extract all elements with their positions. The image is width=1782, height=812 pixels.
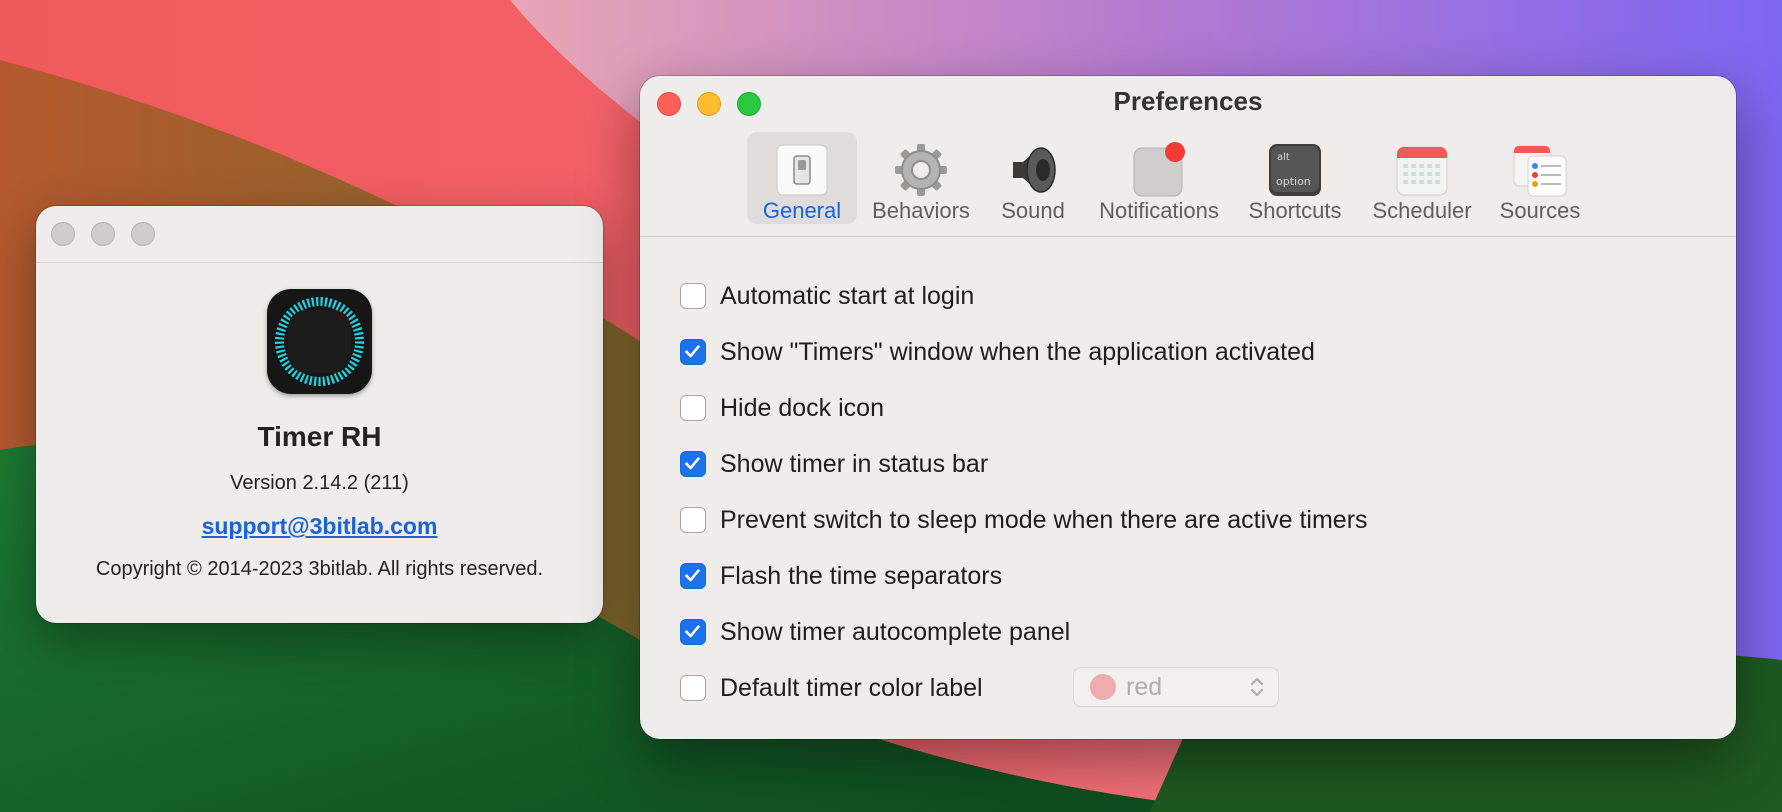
setting-show-timer-status-bar[interactable]: Show timer in status bar bbox=[680, 444, 988, 484]
calendar-icon bbox=[1394, 142, 1450, 198]
close-button-inactive[interactable] bbox=[51, 222, 75, 246]
tab-scheduler[interactable]: Scheduler bbox=[1367, 132, 1477, 224]
tab-general-label: General bbox=[762, 198, 842, 223]
setting-label: Prevent switch to sleep mode when there … bbox=[720, 505, 1368, 534]
notification-badge-icon bbox=[1131, 142, 1187, 198]
checkbox-default-color-label[interactable] bbox=[680, 675, 706, 701]
copyright-text: Copyright © 2014-2023 3bitlab. All right… bbox=[95, 558, 544, 580]
checkbox-prevent-sleep[interactable] bbox=[680, 507, 706, 533]
lists-icon bbox=[1512, 142, 1568, 198]
setting-label: Automatic start at login bbox=[720, 281, 975, 310]
minimize-button-inactive[interactable] bbox=[91, 222, 115, 246]
tab-behaviors[interactable]: Behaviors bbox=[867, 132, 975, 224]
setting-automatic-start[interactable]: Automatic start at login bbox=[680, 276, 974, 316]
tab-sound[interactable]: Sound bbox=[993, 132, 1073, 224]
speaker-icon bbox=[1005, 142, 1061, 198]
about-titlebar bbox=[36, 206, 603, 263]
setting-show-timers-window[interactable]: Show "Timers" window when the applicatio… bbox=[680, 332, 1315, 372]
about-window: Timer RH Version 2.14.2 (211) support@3b… bbox=[36, 206, 603, 623]
key-label-alt: alt bbox=[1277, 152, 1290, 163]
app-name: Timer RH bbox=[257, 421, 382, 452]
tab-shortcuts-label: Shortcuts bbox=[1248, 198, 1342, 223]
key-label-option: option bbox=[1276, 175, 1311, 188]
tab-general[interactable]: General bbox=[747, 132, 857, 224]
setting-label: Default timer color label bbox=[720, 673, 983, 702]
setting-label: Hide dock icon bbox=[720, 393, 884, 422]
setting-label: Show "Timers" window when the applicatio… bbox=[720, 337, 1315, 366]
color-popup-value: red bbox=[1126, 672, 1163, 701]
color-swatch bbox=[1090, 674, 1116, 700]
setting-label: Show timer autocomplete panel bbox=[720, 617, 1071, 646]
checkbox-show-timer-status-bar[interactable] bbox=[680, 451, 706, 477]
option-key-icon: alt option bbox=[1267, 142, 1323, 198]
support-email-link[interactable]: support@3bitlab.com bbox=[36, 513, 603, 540]
checkbox-flash-separators[interactable] bbox=[680, 563, 706, 589]
preferences-window: Preferences General Behaviors Sound Noti… bbox=[640, 76, 1736, 739]
tab-shortcuts[interactable]: alt option Shortcuts bbox=[1240, 132, 1350, 224]
window-title: Preferences bbox=[1113, 86, 1263, 116]
setting-label: Flash the time separators bbox=[720, 561, 1003, 590]
app-version: Version 2.14.2 (211) bbox=[230, 472, 409, 494]
setting-flash-separators[interactable]: Flash the time separators bbox=[680, 556, 1002, 596]
setting-default-color-label[interactable]: Default timer color label red bbox=[680, 667, 1300, 708]
setting-label: Show timer in status bar bbox=[720, 449, 989, 478]
checkbox-show-timers-window[interactable] bbox=[680, 339, 706, 365]
color-label-popup[interactable]: red bbox=[1073, 667, 1279, 707]
checkbox-autocomplete-panel[interactable] bbox=[680, 619, 706, 645]
gear-icon bbox=[893, 142, 949, 198]
tab-notifications[interactable]: Notifications bbox=[1091, 132, 1227, 224]
chevron-up-down-icon bbox=[1246, 672, 1268, 702]
tab-scheduler-label: Scheduler bbox=[1372, 198, 1472, 223]
setting-prevent-sleep[interactable]: Prevent switch to sleep mode when there … bbox=[680, 500, 1368, 540]
preferences-toolbar-area: Preferences General Behaviors Sound Noti… bbox=[640, 76, 1736, 237]
checkbox-hide-dock-icon[interactable] bbox=[680, 395, 706, 421]
zoom-button-inactive[interactable] bbox=[131, 222, 155, 246]
tab-sources-label: Sources bbox=[1499, 198, 1581, 223]
tab-sound-label: Sound bbox=[1001, 198, 1065, 223]
setting-autocomplete-panel[interactable]: Show timer autocomplete panel bbox=[680, 612, 1070, 652]
tab-notifications-label: Notifications bbox=[1099, 198, 1219, 223]
setting-hide-dock-icon[interactable]: Hide dock icon bbox=[680, 388, 884, 428]
tab-behaviors-label: Behaviors bbox=[872, 198, 970, 223]
checkbox-automatic-start[interactable] bbox=[680, 283, 706, 309]
switch-icon bbox=[774, 142, 830, 198]
timer-app-icon bbox=[267, 289, 372, 394]
tab-sources[interactable]: Sources bbox=[1488, 132, 1592, 224]
